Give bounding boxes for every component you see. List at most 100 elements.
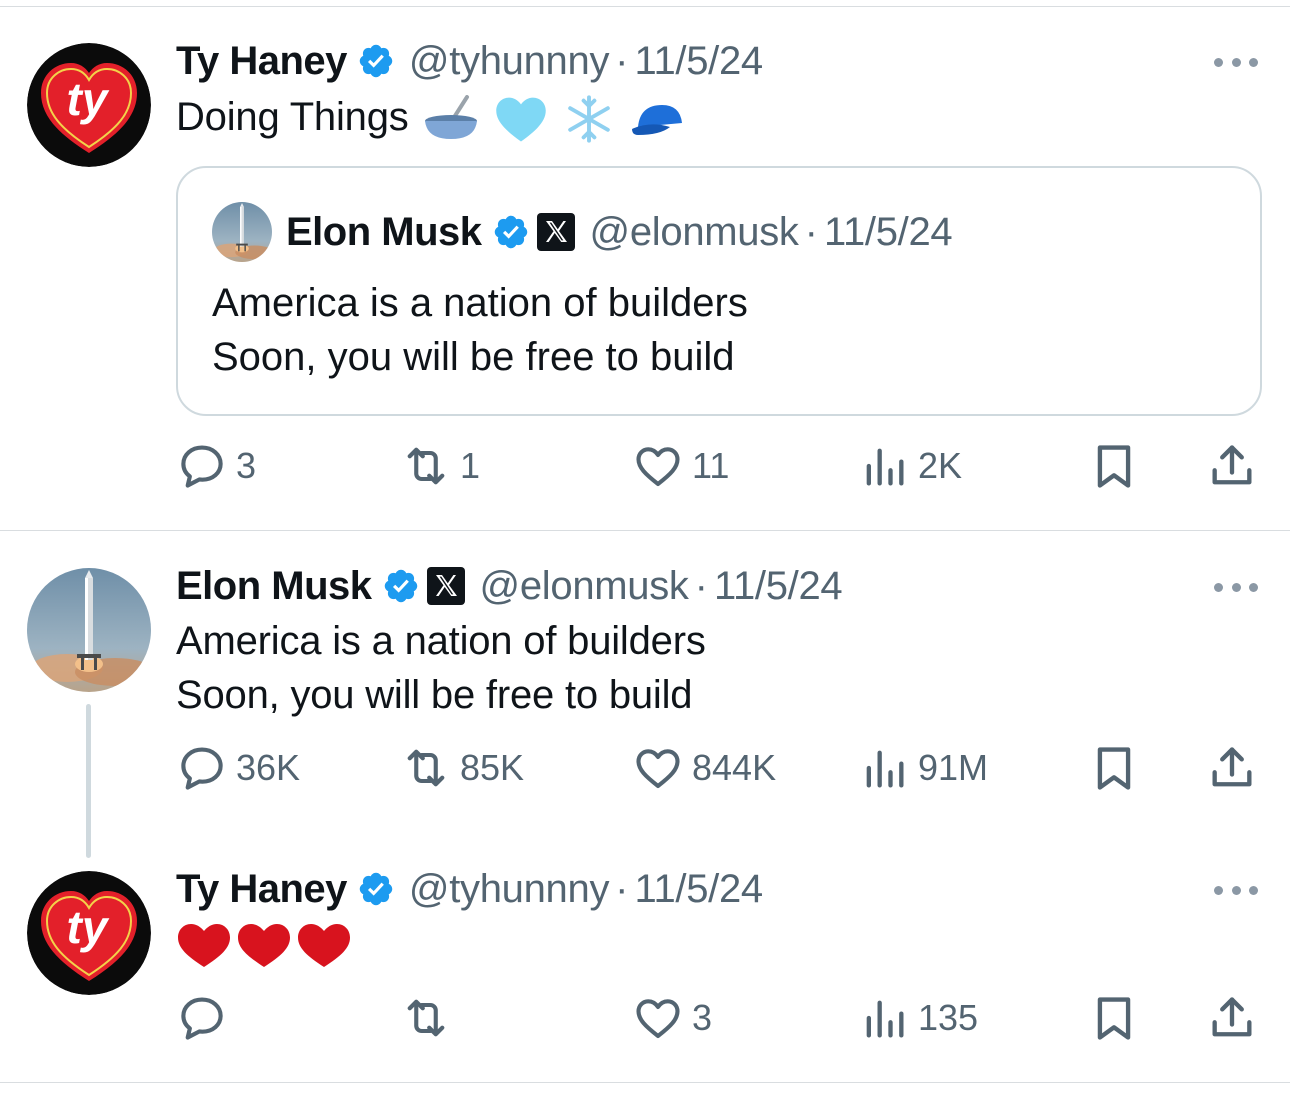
ty-logo-avatar-image <box>27 43 151 167</box>
tweet-date[interactable]: 11/5/24 <box>634 867 763 912</box>
action-bar: 3 1 11 2K <box>176 438 1260 494</box>
speech-bubble-icon <box>176 992 228 1044</box>
author-handle[interactable]: @tyhunnny <box>409 39 610 84</box>
tweet-text <box>176 918 358 972</box>
more-options-button[interactable] <box>1214 883 1258 897</box>
separator-dot: · <box>615 866 629 911</box>
tweet-date[interactable]: 11/5/24 <box>634 39 763 84</box>
repost-arrows-icon <box>400 992 452 1044</box>
reply-count: 36K <box>236 747 301 788</box>
quoted-text-line-1: America is a nation of builders <box>212 281 748 325</box>
bookmark-icon <box>1088 440 1140 492</box>
bar-chart-icon <box>858 992 910 1044</box>
repost-arrows-icon <box>400 440 452 492</box>
snowflake-icon <box>568 95 611 144</box>
more-dots-icon <box>1214 57 1223 67</box>
views-count: 135 <box>918 997 979 1038</box>
author-handle[interactable]: @elonmusk <box>480 564 689 609</box>
like-count: 3 <box>692 997 713 1038</box>
author-name[interactable]: Elon Musk <box>176 564 372 609</box>
bookmark-button[interactable] <box>1088 438 1140 494</box>
like-button[interactable]: 844K <box>632 740 776 796</box>
avatar[interactable] <box>27 568 151 692</box>
heart-outline-icon <box>632 742 684 794</box>
repost-arrows-icon <box>400 742 452 794</box>
share-upload-icon <box>1206 742 1258 794</box>
share-upload-icon <box>1206 992 1258 1044</box>
tweet-header: Ty Haney @tyhunnny · 11/5/24 <box>176 35 763 87</box>
like-button[interactable]: 3 <box>632 990 712 1046</box>
avatar[interactable] <box>27 871 151 995</box>
bookmark-button[interactable] <box>1088 990 1140 1046</box>
quoted-avatar[interactable] <box>212 202 272 262</box>
bookmark-icon <box>1088 992 1140 1044</box>
quoted-header: Elon Musk @elonmusk · 11/5/24 <box>286 206 953 258</box>
like-button[interactable]: 11 <box>632 438 729 494</box>
repost-button[interactable]: 1 <box>400 438 480 494</box>
author-name[interactable]: Ty Haney <box>176 39 347 84</box>
quoted-author-name[interactable]: Elon Musk <box>286 210 482 255</box>
repost-count: 1 <box>460 445 481 486</box>
reply-button[interactable]: 3 <box>176 438 256 494</box>
rocket-avatar-image <box>212 202 272 262</box>
more-options-button[interactable] <box>1214 580 1258 594</box>
more-dots-icon <box>1214 885 1223 895</box>
tweet-divider <box>0 530 1290 531</box>
x-affiliate-badge-icon[interactable] <box>426 566 466 606</box>
reply-count: 3 <box>236 445 257 486</box>
views-count: 91M <box>918 747 989 788</box>
heart-outline-icon <box>632 440 684 492</box>
quoted-author-handle[interactable]: @elonmusk <box>590 210 799 255</box>
bookmark-button[interactable] <box>1088 740 1140 796</box>
red-hearts-icon <box>178 924 350 967</box>
share-upload-icon <box>1206 440 1258 492</box>
separator-dot: · <box>615 38 629 83</box>
author-name[interactable]: Ty Haney <box>176 867 347 912</box>
verified-badge-icon[interactable] <box>492 213 530 251</box>
like-count: 844K <box>692 747 777 788</box>
views-button[interactable]: 2K <box>858 438 962 494</box>
bowl-with-spoon-icon <box>425 95 478 140</box>
reply-button[interactable]: 36K <box>176 740 300 796</box>
verified-badge-icon[interactable] <box>382 567 420 605</box>
repost-button[interactable]: 85K <box>400 740 524 796</box>
reply-button[interactable] <box>176 990 236 1046</box>
tweet-date[interactable]: 11/5/24 <box>714 564 843 609</box>
ty-logo-avatar-image <box>27 871 151 995</box>
quoted-date[interactable]: 11/5/24 <box>824 210 953 255</box>
separator-dot: · <box>694 563 708 608</box>
light-blue-heart-icon <box>496 98 547 142</box>
tweet-text: Doing Things <box>176 90 686 145</box>
repost-button[interactable] <box>400 990 460 1046</box>
share-button[interactable] <box>1206 740 1258 796</box>
verified-badge-icon[interactable] <box>357 42 395 80</box>
action-bar: 3 135 <box>176 990 1260 1046</box>
avatar[interactable] <box>27 43 151 167</box>
verified-badge-icon[interactable] <box>357 870 395 908</box>
share-button[interactable] <box>1206 438 1258 494</box>
repost-count: 85K <box>460 747 525 788</box>
speech-bubble-icon <box>176 440 228 492</box>
views-count: 2K <box>918 445 963 486</box>
blue-cap-icon <box>632 105 683 136</box>
heart-outline-icon <box>632 992 684 1044</box>
more-options-button[interactable] <box>1214 55 1258 69</box>
quoted-text-line-2: Soon, you will be free to build <box>212 335 735 379</box>
tweet-text-line-2: Soon, you will be free to build <box>176 673 693 717</box>
share-button[interactable] <box>1206 990 1258 1046</box>
author-handle[interactable]: @tyhunnny <box>409 867 610 912</box>
top-divider <box>0 6 1290 7</box>
quoted-tweet-card[interactable]: Elon Musk @elonmusk · 11/5/24 America is… <box>176 166 1262 416</box>
bottom-divider <box>0 1082 1290 1083</box>
more-dots-icon <box>1214 582 1223 592</box>
x-affiliate-badge-icon[interactable] <box>536 212 576 252</box>
views-button[interactable]: 91M <box>858 740 988 796</box>
like-count: 11 <box>692 445 730 486</box>
bookmark-icon <box>1088 742 1140 794</box>
tweet-text-body: Doing Things <box>176 95 409 139</box>
separator-dot: · <box>804 209 818 254</box>
action-bar: 36K 85K 844K 91M <box>176 740 1260 796</box>
thread-connector-line <box>86 704 91 858</box>
tweet-header: Elon Musk @elonmusk · 11/5/24 <box>176 560 843 612</box>
views-button[interactable]: 135 <box>858 990 978 1046</box>
